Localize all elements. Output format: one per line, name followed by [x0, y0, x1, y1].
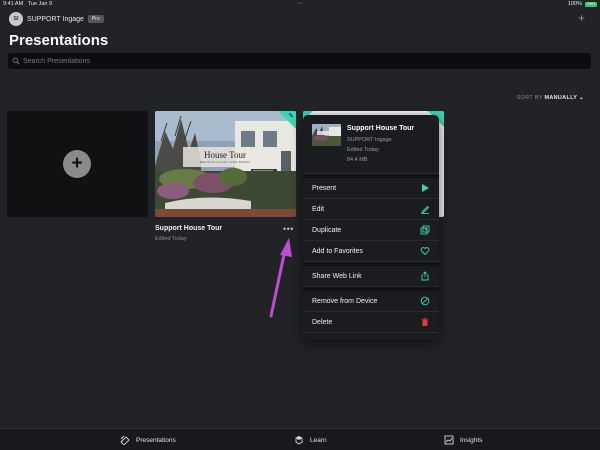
- menu-item-label: Add to Favorites: [312, 247, 363, 255]
- battery-percent: 100%: [567, 1, 582, 7]
- battery-icon: CHG: [585, 1, 597, 7]
- context-menu-owner: SUPPORT Ingage: [347, 137, 392, 143]
- pencil-icon: [421, 205, 430, 214]
- menu-item-label: Delete: [312, 318, 333, 326]
- status-bar: 9:41 AM Tue Jan 9 ••• 100% CHG: [0, 0, 600, 9]
- menu-item-duplicate[interactable]: Duplicate: [303, 220, 439, 241]
- tab-label: Presentations: [136, 436, 176, 444]
- search-bar[interactable]: [8, 53, 591, 69]
- more-options-icon[interactable]: •••: [283, 224, 294, 234]
- presentation-thumbnail[interactable]: House Tour BEAUTIFUL LUXURY LIVING SPACE…: [155, 111, 296, 217]
- add-presentation-icon[interactable]: +: [578, 12, 585, 24]
- tab-label: Insights: [460, 436, 483, 444]
- learn-icon: [295, 436, 303, 445]
- context-menu-title: Support House Tour: [347, 125, 415, 132]
- menu-item-label: Share Web Link: [312, 272, 362, 280]
- plan-badge: Pro: [87, 15, 104, 23]
- page-title: Presentations: [9, 32, 109, 49]
- presentations-icon: [120, 435, 130, 445]
- menu-item-label: Duplicate: [312, 226, 342, 234]
- search-icon: [12, 57, 20, 65]
- menu-item-present[interactable]: Present: [303, 178, 439, 199]
- plus-icon: +: [63, 150, 91, 178]
- context-menu-size: 84.4 MB: [347, 157, 368, 163]
- context-menu-thumbnail: [312, 124, 341, 146]
- tab-bar: Presentations Learn Insights: [0, 428, 600, 450]
- menu-item-edit[interactable]: Edit: [303, 199, 439, 220]
- menu-item-label: Edit: [312, 205, 325, 213]
- block-icon: [420, 296, 430, 306]
- tab-label: Learn: [310, 436, 327, 444]
- menu-item-remove-from-device[interactable]: Remove from Device: [303, 291, 439, 312]
- sort-value: MANUALLY: [544, 95, 578, 101]
- multitasking-dots-icon: •••: [297, 0, 303, 5]
- context-menu: Support House Tour SUPPORT Ingage Edited…: [303, 115, 439, 340]
- avatar: SI: [9, 12, 23, 26]
- sort-control[interactable]: SORT BY MANUALLY ⌄: [517, 95, 584, 101]
- menu-item-favorite[interactable]: Add to Favorites: [303, 241, 439, 262]
- menu-item-share-web-link[interactable]: Share Web Link: [303, 266, 439, 287]
- share-icon: [421, 271, 429, 281]
- thumbnail-subtitle: BEAUTIFUL LUXURY LIVING SPACES: [200, 161, 250, 164]
- presentation-edited: Edited Today: [155, 236, 187, 242]
- new-presentation-card[interactable]: +: [7, 111, 148, 217]
- trash-icon: [421, 318, 429, 326]
- search-input[interactable]: [23, 57, 583, 65]
- presentation-name: Support House Tour: [155, 225, 223, 232]
- insights-icon: [444, 435, 454, 445]
- sort-label: SORT BY: [516, 95, 543, 101]
- menu-item-label: Remove from Device: [312, 297, 378, 305]
- tab-presentations[interactable]: Presentations: [120, 435, 176, 445]
- chevron-down-icon: ⌄: [579, 95, 584, 101]
- thumbnail-banner: House Tour BEAUTIFUL LUXURY LIVING SPACE…: [183, 147, 267, 167]
- play-icon: [422, 184, 429, 192]
- heart-icon: [420, 247, 430, 256]
- account-name: SUPPORT Ingage: [27, 15, 84, 23]
- account-switcher[interactable]: SI SUPPORT Ingage Pro: [9, 12, 104, 26]
- thumbnail-title: House Tour: [204, 150, 246, 160]
- tab-learn[interactable]: Learn: [294, 435, 327, 445]
- pencil-icon: ✎: [288, 113, 294, 120]
- context-menu-header: Support House Tour SUPPORT Ingage Edited…: [303, 115, 439, 174]
- status-time: 9:41 AM Tue Jan 9: [3, 1, 53, 7]
- tab-insights[interactable]: Insights: [444, 435, 482, 445]
- menu-item-label: Present: [312, 184, 337, 192]
- menu-item-delete[interactable]: Delete: [303, 312, 439, 333]
- context-menu-edited: Edited Today: [347, 147, 379, 153]
- duplicate-icon: [420, 225, 430, 235]
